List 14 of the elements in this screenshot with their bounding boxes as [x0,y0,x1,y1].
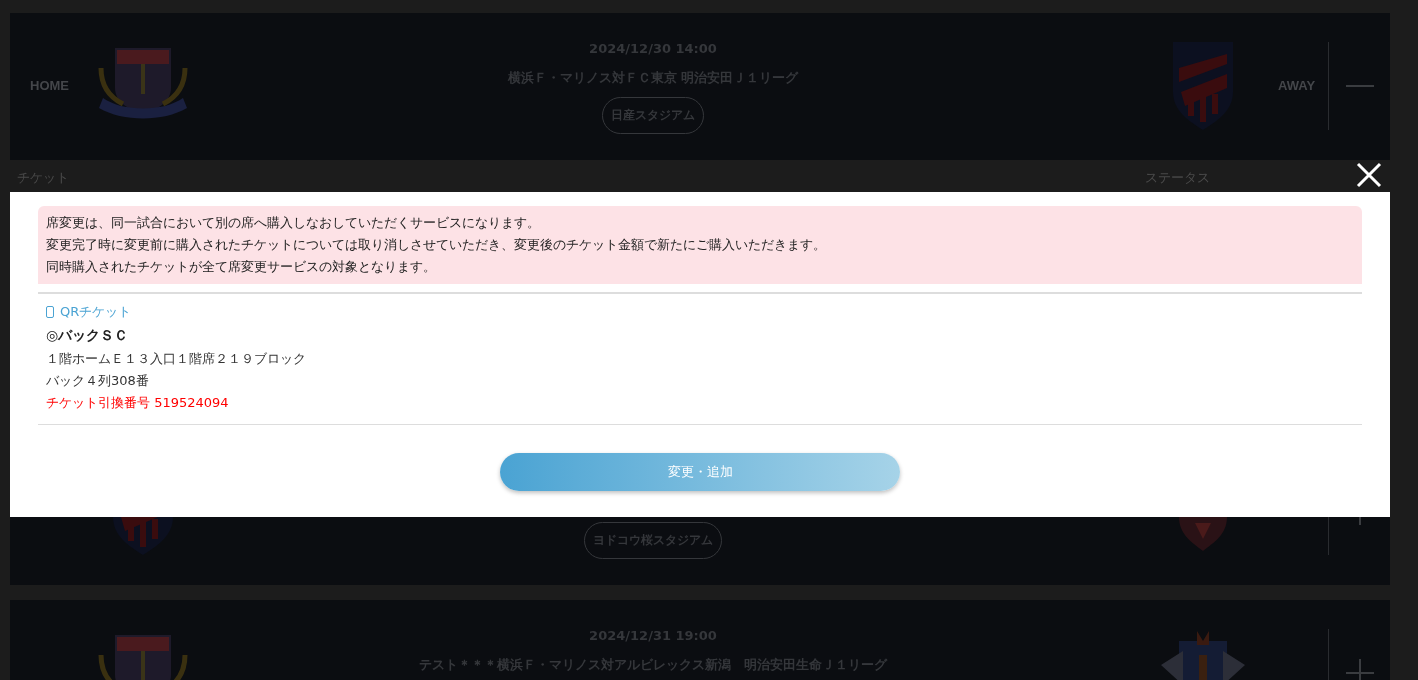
notice-text: 同時購入されたチケットが全て席変更サービスの対象となります。 [46,258,437,276]
seat-type: ◎バックＳＣ [46,326,130,345]
phone-icon [46,306,54,318]
change-button[interactable]: 変更・追加 [500,453,900,491]
away-label: AWAY [1278,78,1316,93]
exchange-number: チケット引換番号 519524094 [46,394,230,412]
home-label: HOME [30,78,69,93]
notice-text: 席変更は、同一試合において別の席へ購入しなおしていただくサービスになります。 [46,214,541,232]
seat-row-text: バック４列308番 [46,372,150,390]
ticket-type: QRチケット [60,303,132,321]
close-icon[interactable] [1356,162,1382,188]
expand-icon[interactable] [1345,659,1374,680]
seat-location: １階ホームＥ１３入口１階席２１９ブロック [46,350,307,368]
notice-text: 変更完了時に変更前に購入されたチケットについては取り消しさせていただき、変更後のチケット金額で新たにご購入いただきます。 [46,236,827,254]
